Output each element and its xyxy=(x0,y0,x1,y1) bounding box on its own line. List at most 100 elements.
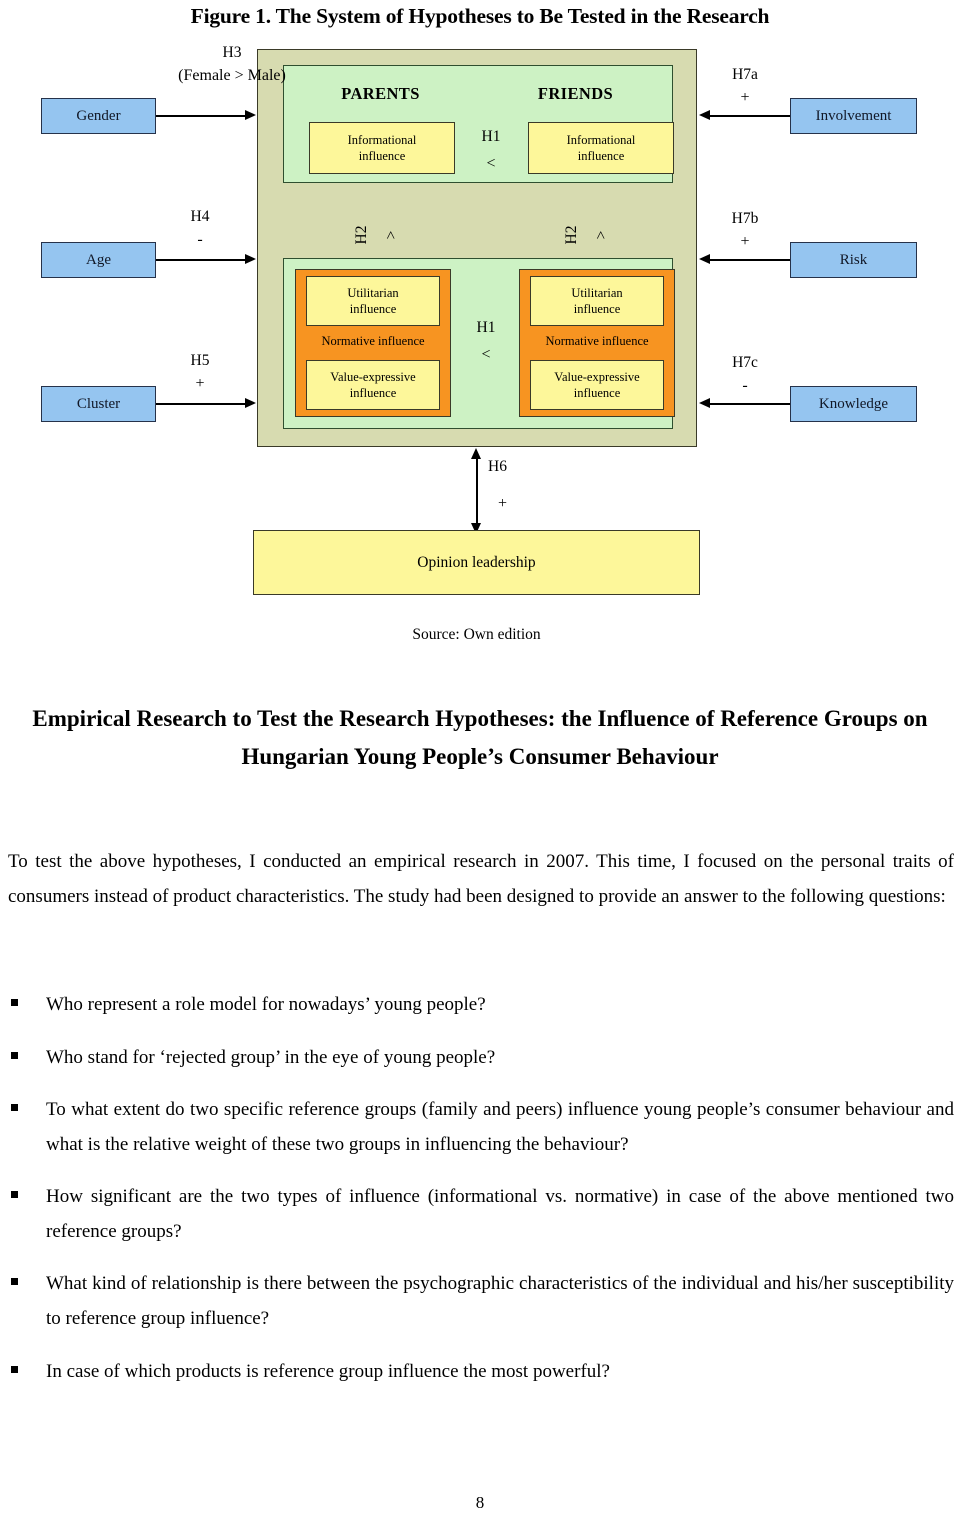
arrow-cluster-head-icon xyxy=(245,398,256,408)
arrow-age-head-icon xyxy=(245,254,256,264)
hypothesis-h4-label: H4 xyxy=(190,208,210,225)
parents-informational-line2: influence xyxy=(358,149,406,163)
parents-value-expressive-influence-box: Value-expressive influence xyxy=(306,360,440,410)
construct-gender-label: Gender xyxy=(76,107,121,124)
friends-utilitarian-line2: influence xyxy=(573,302,621,316)
h1-top-label: H1 xyxy=(481,128,501,145)
friends-value-expressive-influence-box: Value-expressive influence xyxy=(530,360,664,410)
arrow-age-line xyxy=(156,259,246,261)
parents-normative-label: Normative influence xyxy=(321,334,425,348)
arrow-risk-head-icon xyxy=(699,254,710,264)
hypothesis-h7a-sign: + xyxy=(740,89,750,107)
friends-value-line1: Value-expressive xyxy=(554,370,640,384)
h1-bottom-label: H1 xyxy=(476,319,496,336)
intro-paragraph: To test the above hypotheses, I conducte… xyxy=(8,851,954,907)
hypothesis-h5-sign: + xyxy=(195,375,205,393)
list-item-text: What kind of relationship is there betwe… xyxy=(46,1273,954,1330)
hypothesis-h7b: H7b + xyxy=(700,208,790,254)
hypothesis-h7a-label: H7a xyxy=(732,66,758,83)
construct-risk-label: Risk xyxy=(839,251,868,268)
arrow-involvement-head-icon xyxy=(699,110,710,120)
bullet-square-icon xyxy=(11,1365,18,1373)
list-item-text: To what extent do two specific reference… xyxy=(46,1099,954,1155)
list-item: In case of which products is reference g… xyxy=(8,1355,954,1390)
hypothesis-h3-label: H3 xyxy=(222,44,242,61)
research-questions-list: Who represent a role model for nowadays’… xyxy=(8,988,954,1389)
arrow-gender-head-icon xyxy=(245,110,256,120)
section-heading: Empirical Research to Test the Research … xyxy=(32,706,928,769)
construct-involvement[interactable]: Involvement xyxy=(790,98,917,134)
arrow-h6-head-up-icon xyxy=(471,448,481,459)
hypothesis-h4: H4 - xyxy=(150,206,250,252)
parents-utilitarian-line2: influence xyxy=(349,302,397,316)
h1-comparison-bottom: H1 < xyxy=(458,319,514,364)
arrow-risk-line xyxy=(709,259,790,261)
bullet-square-icon xyxy=(11,1278,18,1286)
construct-age-label: Age xyxy=(86,251,111,268)
page-number: 8 xyxy=(475,1493,485,1512)
friends-informational-influence-box: Informational influence xyxy=(528,122,674,174)
hypothesis-h3: H3 (Female > Male) xyxy=(137,42,327,88)
bullet-square-icon xyxy=(11,1104,18,1112)
construct-opinion-leadership-label: Opinion leadership xyxy=(417,553,536,571)
construct-gender[interactable]: Gender xyxy=(41,98,156,134)
hypothesis-h5: H5 + xyxy=(150,350,250,396)
construct-knowledge-label: Knowledge xyxy=(818,395,889,412)
list-item-text: Who stand for ‘rejected group’ in the ey… xyxy=(46,1046,496,1068)
figure-title: Figure 1. The System of Hypotheses to Be… xyxy=(190,4,770,28)
friends-utilitarian-line1: Utilitarian xyxy=(571,286,623,300)
list-item: To what extent do two specific reference… xyxy=(8,1093,954,1162)
list-item-text: Who represent a role model for nowadays’… xyxy=(46,994,486,1015)
hypothesis-h3-sign: (Female > Male) xyxy=(178,67,286,85)
construct-involvement-label: Involvement xyxy=(815,107,892,124)
construct-opinion-leadership[interactable]: Opinion leadership xyxy=(253,530,700,595)
parents-informational-influence-box: Informational influence xyxy=(309,122,455,174)
hypothesis-h7c-sign: - xyxy=(742,377,748,395)
arrow-h6-line xyxy=(476,455,478,527)
hypothesis-h6-sign: + xyxy=(498,495,508,513)
list-item: How significant are the two types of inf… xyxy=(8,1180,954,1249)
hypothesis-h6-label: H6 xyxy=(488,458,507,475)
construct-knowledge[interactable]: Knowledge xyxy=(790,386,917,422)
friends-informational-line1: Informational xyxy=(566,133,636,147)
list-item-text: In case of which products is reference g… xyxy=(46,1360,610,1382)
parents-value-line2: influence xyxy=(349,386,397,400)
friends-value-line2: influence xyxy=(573,386,621,400)
construct-age[interactable]: Age xyxy=(41,242,156,278)
hypothesis-h7b-label: H7b xyxy=(731,210,759,227)
hypothesis-h7c-label: H7c xyxy=(732,354,758,371)
hypothesis-h4-sign: - xyxy=(197,231,203,249)
bullet-square-icon xyxy=(11,1191,18,1199)
h2-friends-label: H2 xyxy=(563,225,580,245)
hypothesis-h7b-sign: + xyxy=(740,233,750,251)
bullet-square-icon xyxy=(11,1051,18,1059)
hypothesis-h7a: H7a + xyxy=(700,64,790,110)
list-item: Who represent a role model for nowadays’… xyxy=(8,988,954,1023)
h2-parents-label: H2 xyxy=(353,225,370,245)
parents-utilitarian-influence-box: Utilitarian influence xyxy=(306,276,440,326)
figure-source-note: Source: Own edition xyxy=(412,626,541,643)
parents-informational-line1: Informational xyxy=(347,133,417,147)
hypothesis-h5-label: H5 xyxy=(190,352,210,369)
h1-comparison-top: H1 < xyxy=(463,128,519,173)
friends-informational-line2: influence xyxy=(577,149,625,163)
h2-parents-operator: > xyxy=(383,230,400,240)
arrow-knowledge-line xyxy=(709,403,790,405)
hypothesis-h6: H6 + xyxy=(488,456,548,516)
parents-utilitarian-line1: Utilitarian xyxy=(347,286,399,300)
list-item: What kind of relationship is there betwe… xyxy=(8,1267,954,1336)
arrow-gender-line xyxy=(156,115,246,117)
friends-utilitarian-influence-box: Utilitarian influence xyxy=(530,276,664,326)
arrow-knowledge-head-icon xyxy=(699,398,710,408)
list-item: Who stand for ‘rejected group’ in the ey… xyxy=(8,1041,954,1076)
h2-friends-operator: > xyxy=(593,230,610,240)
construct-cluster-label: Cluster xyxy=(76,395,121,412)
arrow-cluster-line xyxy=(156,403,246,405)
construct-risk[interactable]: Risk xyxy=(790,242,917,278)
group-heading-friends: FRIENDS xyxy=(537,84,614,103)
hypothesis-system-diagram: PARENTS FRIENDS Informational influence … xyxy=(0,36,960,656)
h1-top-operator: < xyxy=(486,155,496,172)
friends-normative-label: Normative influence xyxy=(545,334,649,348)
arrow-involvement-line xyxy=(709,115,790,117)
construct-cluster[interactable]: Cluster xyxy=(41,386,156,422)
